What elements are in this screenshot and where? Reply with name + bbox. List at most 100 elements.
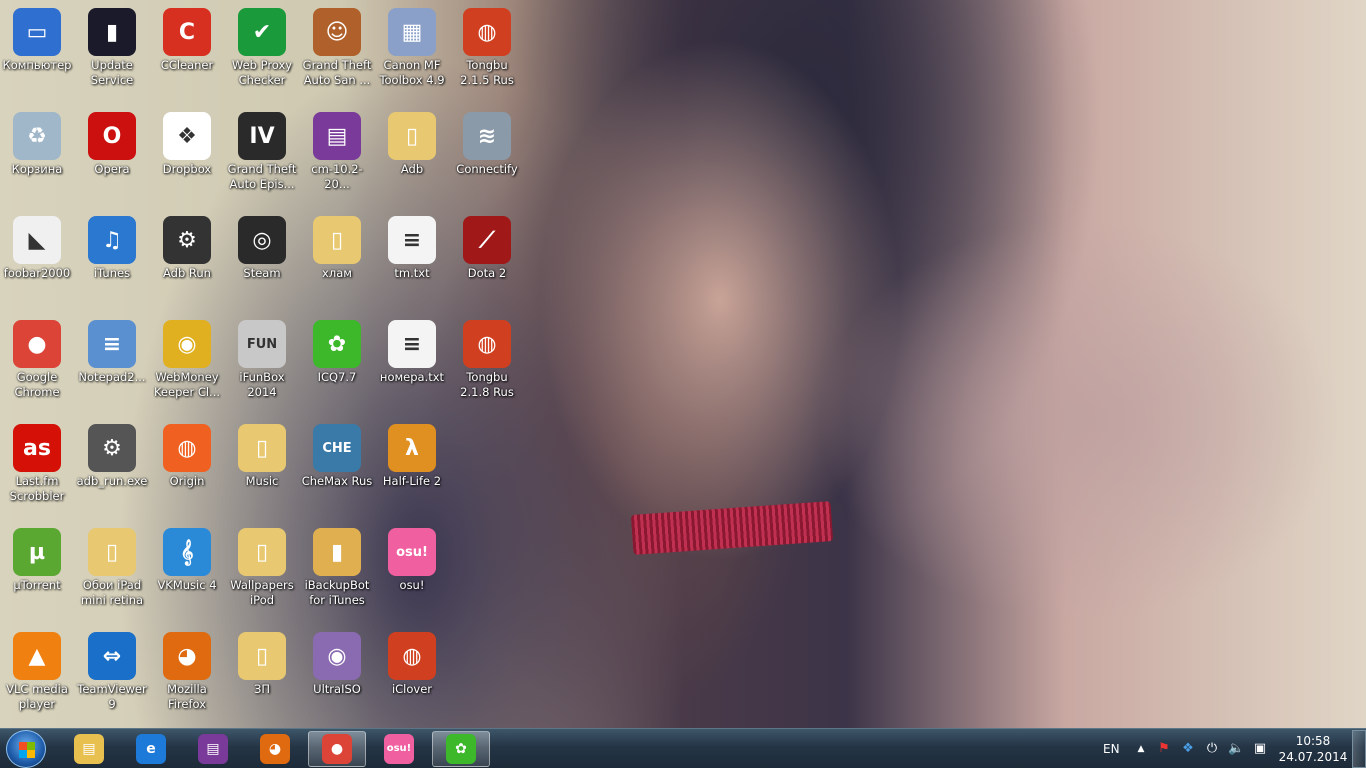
desktop-icon[interactable]: ▯ Wallpapers iPod bbox=[225, 524, 299, 624]
desktop-icon[interactable]: ◍ Origin bbox=[150, 420, 224, 520]
desktop-icon[interactable]: ⟋ Dota 2 bbox=[450, 212, 524, 312]
desktop-icon-label: iTunes bbox=[93, 266, 131, 280]
dropbox-tray-icon[interactable]: ❖ bbox=[1180, 741, 1196, 757]
desktop-icon-label: Tongbu 2.1.5 Rus bbox=[460, 58, 514, 87]
desktop-icon[interactable]: λ Half-Life 2 bbox=[375, 420, 449, 520]
clock-time: 10:58 bbox=[1295, 734, 1331, 748]
folder-icon: ▯ bbox=[313, 216, 361, 264]
desktop-icon[interactable]: ◍ Tongbu 2.1.5 Rus bbox=[450, 4, 524, 104]
network-icon[interactable]: ▣ bbox=[1252, 741, 1268, 757]
desktop-icon[interactable]: ◣ foobar2000 bbox=[0, 212, 74, 312]
show-hidden-icons-icon[interactable]: ▲ bbox=[1133, 741, 1149, 757]
desktop-icon-label: Music bbox=[245, 474, 279, 488]
desktop-icon[interactable]: ▯ ЗП bbox=[225, 628, 299, 728]
taskbar-button-firefox[interactable]: ◕ bbox=[246, 731, 304, 767]
computer-icon: ▭ bbox=[13, 8, 61, 56]
desktop-icon-label: UltraISO bbox=[313, 682, 361, 696]
desktop-icon-label: Grand Theft Auto Epis... bbox=[227, 162, 297, 191]
desktop-icon[interactable]: ▯ Adb bbox=[375, 108, 449, 208]
tongbu-icon: ◍ bbox=[463, 8, 511, 56]
clock[interactable]: 10:58 24.07.2014 bbox=[1276, 733, 1350, 765]
desktop-icon[interactable]: ▦ Canon MF Toolbox 4.9 bbox=[375, 4, 449, 104]
desktop-icon[interactable]: osu! osu! bbox=[375, 524, 449, 624]
osu-icon: osu! bbox=[384, 734, 414, 764]
taskbar-button-winrar[interactable]: ▤ bbox=[184, 731, 242, 767]
show-desktop-button[interactable] bbox=[1352, 730, 1366, 768]
language-indicator[interactable]: EN bbox=[1103, 729, 1120, 769]
desktop-icon-label: iFunBox 2014 bbox=[239, 370, 285, 399]
desktop-icon[interactable]: ◍ iClover bbox=[375, 628, 449, 728]
desktop-icon-label: Half-Life 2 bbox=[382, 474, 442, 488]
desktop-icon[interactable]: µ µTorrent bbox=[0, 524, 74, 624]
desktop-icon[interactable]: ✔ Web Proxy Checker bbox=[225, 4, 299, 104]
desktop-icon[interactable]: ▯ Обои iPad mini retina bbox=[75, 524, 149, 624]
desktop: ▭ Компьютер ♻ Корзина ◣ foobar2000 ● Google Chr… bbox=[0, 0, 1366, 728]
desktop-icon[interactable]: ▤ cm-10.2-20... bbox=[300, 108, 374, 208]
desktop-icon-label: foobar2000 bbox=[3, 266, 71, 280]
power-icon[interactable]: ⏻ bbox=[1204, 741, 1220, 757]
desktop-icon-label: osu! bbox=[399, 578, 425, 592]
desktop-icon[interactable]: ◉ WebMoney Keeper Cl... bbox=[150, 316, 224, 416]
desktop-icon[interactable]: ≡ номера.txt bbox=[375, 316, 449, 416]
desktop-icon[interactable]: ♫ iTunes bbox=[75, 212, 149, 312]
desktop-icon[interactable]: IV Grand Theft Auto Epis... bbox=[225, 108, 299, 208]
desktop-icon[interactable]: as Last.fm Scrobbler bbox=[0, 420, 74, 520]
desktop-icon-label: Grand Theft Auto San ... bbox=[302, 58, 372, 87]
ifunbox-icon: FUN bbox=[238, 320, 286, 368]
desktop-icon[interactable]: C CCleaner bbox=[150, 4, 224, 104]
action-center-flag-icon[interactable]: ⚑ bbox=[1156, 741, 1172, 757]
taskbar-button-internet-explorer[interactable]: e bbox=[122, 731, 180, 767]
desktop-icon[interactable]: ♻ Корзина bbox=[0, 108, 74, 208]
desktop-icon[interactable]: ▮ iBackupBot for iTunes bbox=[300, 524, 374, 624]
taskbar-button-icq[interactable]: ✿ bbox=[432, 731, 490, 767]
folder-icon: ▯ bbox=[388, 112, 436, 160]
desktop-icon[interactable]: ◎ Steam bbox=[225, 212, 299, 312]
desktop-icon[interactable]: ≡ tm.txt bbox=[375, 212, 449, 312]
desktop-icon[interactable]: ⚙ adb_run.exe bbox=[75, 420, 149, 520]
update-service-icon: ▮ bbox=[88, 8, 136, 56]
adb-run-exe-icon: ⚙ bbox=[88, 424, 136, 472]
desktop-icon[interactable]: ◕ Mozilla Firefox bbox=[150, 628, 224, 728]
desktop-icon-label: VKMusic 4 bbox=[157, 578, 217, 592]
desktop-icon[interactable]: FUN iFunBox 2014 bbox=[225, 316, 299, 416]
half-life-icon: λ bbox=[388, 424, 436, 472]
desktop-icon[interactable]: ≋ Connectify bbox=[450, 108, 524, 208]
text-file-icon: ≡ bbox=[388, 320, 436, 368]
desktop-icon[interactable]: ▮ Update Service bbox=[75, 4, 149, 104]
taskbar-button-osu[interactable]: osu! bbox=[370, 731, 428, 767]
desktop-icon-label: номера.txt bbox=[379, 370, 445, 384]
wallpaper-bracelet bbox=[630, 501, 834, 555]
desktop-icon[interactable]: ≡ Notepad2... bbox=[75, 316, 149, 416]
dropbox-icon: ❖ bbox=[163, 112, 211, 160]
start-button[interactable] bbox=[6, 730, 46, 768]
desktop-icon[interactable]: O Opera bbox=[75, 108, 149, 208]
desktop-icon[interactable]: ⇔ TeamViewer 9 bbox=[75, 628, 149, 728]
desktop-icon-label: WebMoney Keeper Cl... bbox=[153, 370, 221, 399]
desktop-icon[interactable]: ❖ Dropbox bbox=[150, 108, 224, 208]
desktop-icon[interactable]: ◉ UltraISO bbox=[300, 628, 374, 728]
recycle-bin-icon: ♻ bbox=[13, 112, 61, 160]
desktop-icon[interactable]: 𝄞 VKMusic 4 bbox=[150, 524, 224, 624]
desktop-icon-label: Dropbox bbox=[162, 162, 212, 176]
desktop-icon[interactable]: ▭ Компьютер bbox=[0, 4, 74, 104]
taskbar: ▤ e ▤ ◕ ● osu! ✿ EN ▲ ⚑ ❖ ⏻ 🔈 ▣ 10:58 24.07.20… bbox=[0, 728, 1366, 768]
desktop-icon[interactable]: ✿ ICQ7.7 bbox=[300, 316, 374, 416]
desktop-icon[interactable]: ▯ хлам bbox=[300, 212, 374, 312]
notepad-icon: ≡ bbox=[88, 320, 136, 368]
ultraiso-icon: ◉ bbox=[313, 632, 361, 680]
dota2-icon: ⟋ bbox=[463, 216, 511, 264]
desktop-icon-label: tm.txt bbox=[394, 266, 430, 280]
taskbar-button-chrome[interactable]: ● bbox=[308, 731, 366, 767]
desktop-icon[interactable]: CHE CheMax Rus bbox=[300, 420, 374, 520]
tongbu-icon: ◍ bbox=[463, 320, 511, 368]
volume-icon[interactable]: 🔈 bbox=[1228, 741, 1244, 757]
taskbar-button-windows-explorer[interactable]: ▤ bbox=[60, 731, 118, 767]
desktop-icon[interactable]: ◍ Tongbu 2.1.8 Rus bbox=[450, 316, 524, 416]
desktop-icon-label: Adb bbox=[400, 162, 424, 176]
desktop-icon[interactable]: ☺ Grand Theft Auto San ... bbox=[300, 4, 374, 104]
desktop-icon[interactable]: ● Google Chrome bbox=[0, 316, 74, 416]
desktop-icon-label: Origin bbox=[169, 474, 205, 488]
desktop-icon[interactable]: ⚙ Adb Run bbox=[150, 212, 224, 312]
desktop-icon[interactable]: ▲ VLC media player bbox=[0, 628, 74, 728]
desktop-icon[interactable]: ▯ Music bbox=[225, 420, 299, 520]
